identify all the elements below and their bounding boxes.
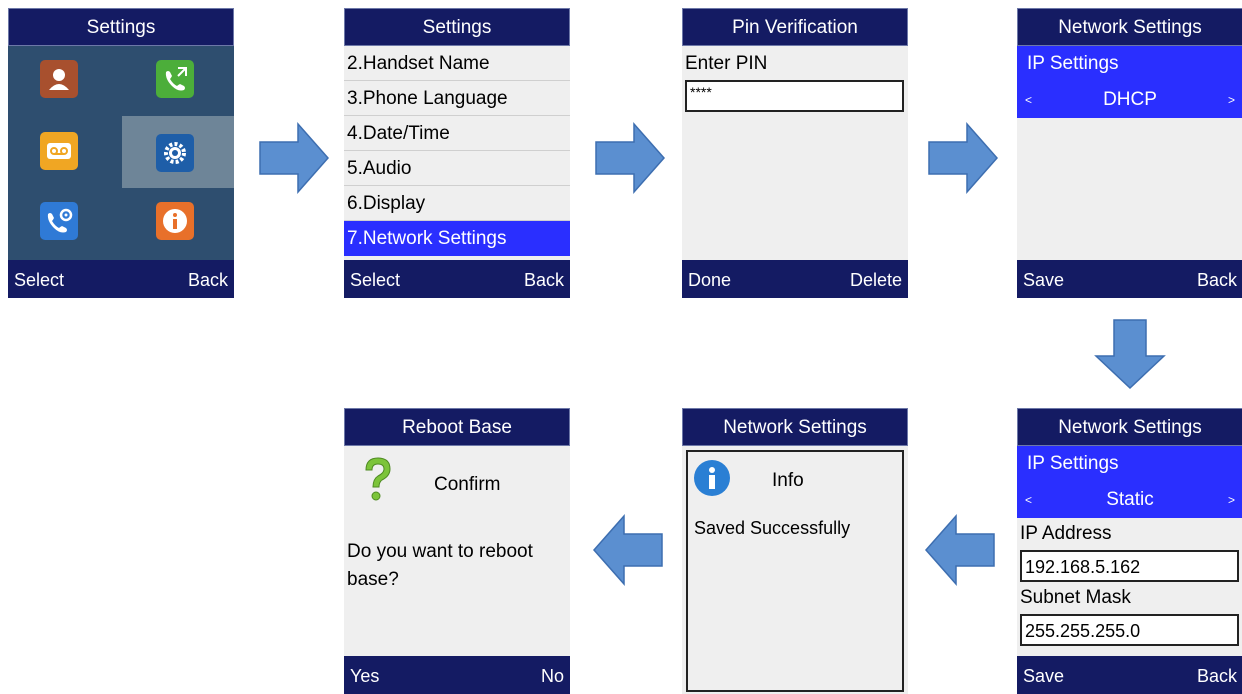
call-settings-icon[interactable]: [40, 202, 78, 240]
info-title: Network Settings: [682, 408, 908, 446]
list-item-network-settings[interactable]: 7.Network Settings: [344, 221, 570, 256]
select-softkey[interactable]: Select: [350, 260, 400, 298]
list-item-handset-name[interactable]: 2.Handset Name: [344, 46, 570, 81]
info-message: Saved Successfully: [694, 518, 851, 538]
arrow-right-icon: [595, 122, 666, 194]
menu-title: Settings: [8, 8, 234, 46]
no-softkey[interactable]: No: [541, 656, 564, 694]
arrow-down-icon: [1094, 319, 1166, 390]
ip-mode-value: DHCP: [1103, 89, 1157, 110]
info-circle-icon: [692, 458, 732, 498]
settings-list-softkeys: Select Back: [344, 260, 570, 298]
arrow-left-icon: [924, 514, 995, 586]
back-softkey[interactable]: Back: [188, 260, 228, 298]
right-arrow-icon[interactable]: >: [1228, 82, 1235, 118]
pin-prompt: Enter PIN: [685, 53, 768, 74]
contacts-icon[interactable]: [40, 60, 78, 98]
network-static-softkeys: Save Back: [1017, 656, 1242, 694]
menu-screen: Settings Select Back: [8, 8, 234, 298]
yes-softkey[interactable]: Yes: [350, 656, 379, 694]
done-softkey[interactable]: Done: [688, 260, 731, 298]
settings-list-title: Settings: [344, 8, 570, 46]
back-softkey[interactable]: Back: [1197, 656, 1237, 694]
arrow-right-icon: [928, 122, 999, 194]
subnet-mask-label: Subnet Mask: [1020, 587, 1131, 608]
reboot-softkeys: Yes No: [344, 656, 570, 694]
right-arrow-icon[interactable]: >: [1228, 482, 1235, 518]
select-softkey[interactable]: Select: [14, 260, 64, 298]
call-history-icon[interactable]: [156, 60, 194, 98]
left-arrow-icon[interactable]: <: [1025, 482, 1032, 518]
info-dialog: Info Saved Successfully: [686, 450, 904, 692]
list-item-phone-language[interactable]: 3.Phone Language: [344, 81, 570, 116]
pin-screen: Pin Verification Enter PIN **** Done Del…: [682, 8, 908, 298]
network-static-screen: Network Settings IP Settings < Static > …: [1017, 408, 1242, 694]
ip-address-field[interactable]: 192.168.5.162: [1020, 550, 1239, 582]
ip-settings-label: IP Settings: [1017, 46, 1242, 82]
ip-mode-selector[interactable]: < DHCP >: [1017, 82, 1242, 118]
subnet-mask-field[interactable]: 255.255.255.0: [1020, 614, 1239, 646]
list-item-display[interactable]: 6.Display: [344, 186, 570, 221]
left-arrow-icon[interactable]: <: [1025, 82, 1032, 118]
question-icon: [358, 454, 398, 504]
save-softkey[interactable]: Save: [1023, 260, 1064, 298]
ip-settings-label: IP Settings: [1017, 446, 1242, 482]
ip-address-label: IP Address: [1020, 523, 1112, 544]
list-item-date-time[interactable]: 4.Date/Time: [344, 116, 570, 151]
info-icon[interactable]: [156, 202, 194, 240]
network-dhcp-softkeys: Save Back: [1017, 260, 1242, 298]
pin-title: Pin Verification: [682, 8, 908, 46]
reboot-question: Do you want to reboot base?: [347, 541, 533, 590]
network-static-title: Network Settings: [1017, 408, 1242, 446]
reboot-title: Reboot Base: [344, 408, 570, 446]
ip-mode-value: Static: [1106, 489, 1154, 510]
reboot-header: Confirm: [434, 474, 501, 495]
list-item-audio[interactable]: 5.Audio: [344, 151, 570, 186]
arrow-right-icon: [259, 122, 330, 194]
network-dhcp-screen: Network Settings IP Settings < DHCP > Sa…: [1017, 8, 1242, 298]
info-screen: Network Settings Info Saved Successfully: [682, 408, 908, 694]
pin-input[interactable]: ****: [685, 80, 904, 112]
info-header: Info: [772, 470, 804, 491]
back-softkey[interactable]: Back: [524, 260, 564, 298]
pin-softkeys: Done Delete: [682, 260, 908, 298]
settings-list-screen: Settings 2.Handset Name 3.Phone Language…: [344, 8, 570, 298]
reboot-screen: Reboot Base Confirm Do you want to reboo…: [344, 408, 570, 694]
network-dhcp-title: Network Settings: [1017, 8, 1242, 46]
arrow-left-icon: [592, 514, 663, 586]
menu-softkeys: Select Back: [8, 260, 234, 298]
delete-softkey[interactable]: Delete: [850, 260, 902, 298]
voicemail-icon[interactable]: [40, 132, 78, 170]
settings-gear-icon[interactable]: [156, 134, 194, 172]
save-softkey[interactable]: Save: [1023, 656, 1064, 694]
back-softkey[interactable]: Back: [1197, 260, 1237, 298]
ip-mode-selector[interactable]: < Static >: [1017, 482, 1242, 518]
